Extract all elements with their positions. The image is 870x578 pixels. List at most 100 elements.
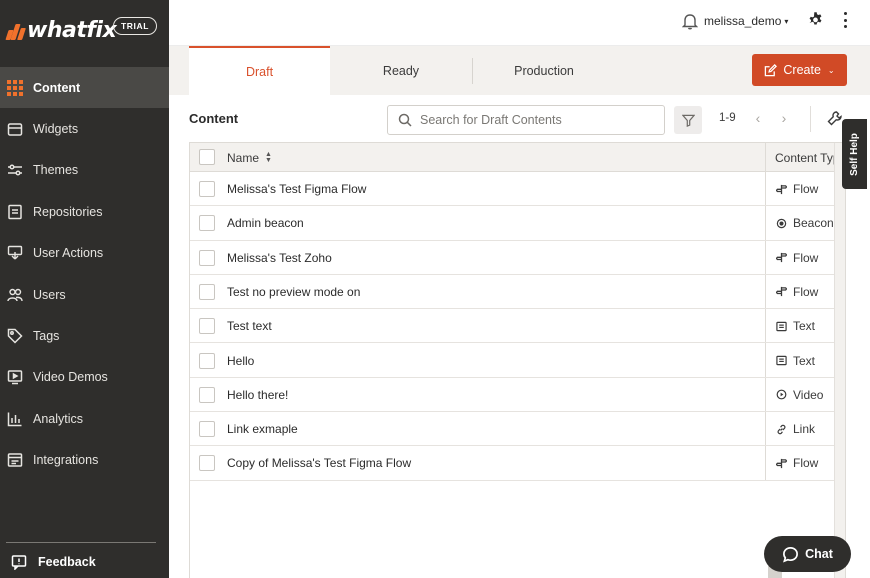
content-type-cell: Flow: [775, 251, 818, 265]
chat-bubble-icon: [783, 546, 799, 563]
content-type-label: Link: [793, 422, 816, 437]
tab-label: Draft: [245, 64, 274, 79]
feedback-button[interactable]: Feedback: [10, 553, 96, 571]
table-row[interactable]: Link exmaple Link: [190, 412, 845, 447]
content-type-cell: Text: [775, 319, 815, 333]
sidebar-item-content[interactable]: Content: [0, 67, 169, 109]
chevron-down-icon: ⌄: [827, 65, 835, 75]
previous-page-button[interactable]: ‹: [751, 108, 765, 128]
row-checkbox[interactable]: [199, 421, 215, 438]
row-checkbox[interactable]: [199, 352, 215, 369]
content-type-cell: Flow: [775, 182, 818, 196]
chat-button[interactable]: Chat: [764, 536, 851, 572]
trial-badge: TRIAL: [113, 17, 157, 35]
content-name[interactable]: Hello there!: [227, 388, 288, 402]
filter-icon: [681, 114, 695, 127]
content-type-label: Video: [793, 387, 824, 402]
sidebar-item-themes[interactable]: Themes: [0, 150, 169, 191]
search-input[interactable]: [420, 113, 650, 127]
sidebar-item-integrations[interactable]: Integrations: [0, 440, 169, 481]
content-name[interactable]: Melissa's Test Figma Flow: [227, 182, 366, 196]
sidebar-item-user-actions[interactable]: User Actions: [0, 233, 169, 274]
feedback-divider: [6, 542, 156, 543]
sidebar-item-label: Video Demos: [33, 370, 108, 385]
table-row[interactable]: Test text Text: [190, 309, 845, 344]
sidebar-item-label: User Actions: [33, 246, 104, 261]
flow-icon: [775, 183, 787, 195]
row-checkbox[interactable]: [199, 318, 215, 335]
sidebar-item-analytics[interactable]: Analytics: [0, 398, 169, 439]
chat-label: Chat: [805, 547, 833, 561]
table-row[interactable]: Admin beacon Beacon: [190, 206, 845, 241]
video-play-icon: [775, 389, 787, 401]
vertical-scrollbar[interactable]: [834, 143, 845, 578]
whatfix-logo-mark-icon: [5, 22, 26, 40]
row-checkbox[interactable]: [199, 455, 215, 472]
sliders-icon: [6, 161, 24, 179]
content-type-cell: Video: [775, 388, 823, 402]
flow-icon: [775, 252, 787, 264]
content-type-label: Flow: [793, 250, 819, 265]
content-name[interactable]: Copy of Melissa's Test Figma Flow: [227, 456, 411, 470]
sidebar-item-video-demos[interactable]: Video Demos: [0, 357, 169, 398]
content-type-label: Flow: [793, 284, 819, 299]
table-row[interactable]: Melissa's Test Zoho Flow: [190, 241, 845, 275]
content-type-cell: Beacon: [775, 216, 834, 230]
select-all-checkbox[interactable]: [199, 149, 215, 165]
table-row[interactable]: Hello there! Video: [190, 378, 845, 413]
sidebar-item-tags[interactable]: Tags: [0, 315, 169, 356]
gear-icon[interactable]: [807, 11, 824, 28]
row-checkbox[interactable]: [199, 386, 215, 403]
more-options-icon[interactable]: [840, 11, 850, 29]
user-menu[interactable]: melissa_demo ▾: [704, 14, 788, 28]
link-icon: [775, 423, 787, 435]
grid-icon: [6, 79, 24, 97]
self-help-tab[interactable]: Self Help: [842, 119, 867, 189]
integrations-icon: [6, 451, 24, 469]
video-icon: [6, 368, 24, 386]
flow-icon: [775, 457, 787, 469]
tab-ready[interactable]: Ready: [330, 46, 472, 95]
content-name[interactable]: Hello: [227, 354, 254, 368]
bell-icon[interactable]: [682, 12, 698, 30]
tab-label: Production: [514, 63, 574, 78]
table-row[interactable]: Test no preview mode on Flow: [190, 275, 845, 310]
content-type-cell: Flow: [775, 285, 818, 299]
sidebar-item-label: Widgets: [33, 122, 79, 137]
tab-label: Ready: [382, 63, 420, 78]
sidebar: whatfix TRIAL Content Widgets Themes Rep…: [0, 0, 169, 578]
logo-text: whatfix: [27, 18, 117, 43]
content-name[interactable]: Test text: [227, 319, 272, 333]
content-name[interactable]: Melissa's Test Zoho: [227, 251, 332, 265]
content-type-label: Beacon: [793, 216, 834, 231]
text-icon: [775, 355, 787, 367]
sidebar-item-users[interactable]: Users: [0, 274, 169, 315]
row-checkbox[interactable]: [199, 215, 215, 232]
row-checkbox[interactable]: [199, 283, 215, 300]
content-name[interactable]: Link exmaple: [227, 422, 298, 436]
content-table: Name ▲ ▼ Content Type Melissa's Test Figm…: [189, 142, 846, 578]
column-header-label: Name: [227, 151, 260, 165]
content-name[interactable]: Admin beacon: [227, 216, 304, 230]
tab-draft[interactable]: Draft: [189, 46, 330, 95]
row-checkbox[interactable]: [199, 249, 215, 266]
repository-icon: [6, 203, 24, 221]
wrench-icon[interactable]: [827, 110, 843, 126]
create-button[interactable]: Create ⌄: [752, 54, 847, 86]
next-page-button[interactable]: ›: [777, 108, 791, 128]
sidebar-item-repositories[interactable]: Repositories: [0, 191, 169, 232]
sidebar-item-label: Analytics: [33, 411, 84, 426]
content-name[interactable]: Test no preview mode on: [227, 285, 360, 299]
sidebar-item-widgets[interactable]: Widgets: [0, 108, 169, 149]
table-row[interactable]: Copy of Melissa's Test Figma Flow Flow: [190, 446, 845, 481]
sidebar-nav: Content Widgets Themes Repositories User…: [0, 67, 169, 481]
sidebar-item-label: Users: [33, 287, 66, 302]
whatfix-logo[interactable]: whatfix: [5, 18, 117, 43]
column-header-name[interactable]: Name ▲ ▼: [227, 151, 272, 165]
row-checkbox[interactable]: [199, 181, 215, 197]
tab-production[interactable]: Production: [473, 46, 615, 95]
table-row[interactable]: Melissa's Test Figma Flow Flow: [190, 172, 845, 207]
filter-button[interactable]: [674, 106, 702, 134]
table-row[interactable]: Hello Text: [190, 344, 845, 378]
search-box[interactable]: [387, 105, 665, 135]
